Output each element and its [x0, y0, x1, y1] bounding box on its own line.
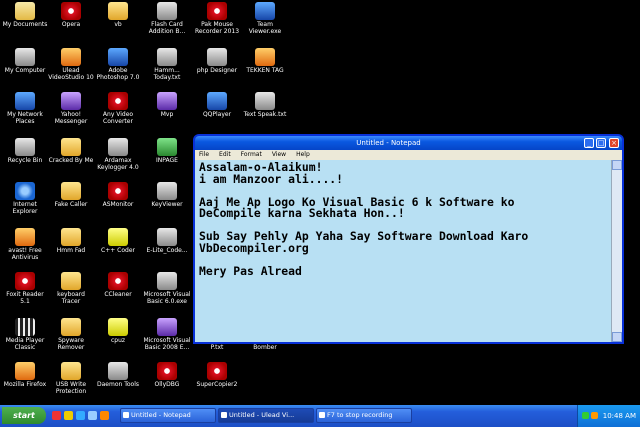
- desktop-icon[interactable]: KeyViewer: [138, 182, 196, 226]
- menu-view[interactable]: View: [272, 150, 286, 160]
- desktop-icon-label: Team Viewer.exe: [248, 21, 282, 35]
- minimize-button[interactable]: _: [584, 138, 594, 148]
- desktop-app-icon: [157, 92, 177, 110]
- desktop-app-icon: [61, 228, 81, 246]
- notepad-text-area[interactable]: Assalam-o-Alaikum! i am Manzoor ali....!…: [195, 160, 622, 342]
- desktop-app-icon: [61, 48, 81, 66]
- taskbar-button-notepad[interactable]: Untitled - Notepad: [120, 408, 216, 423]
- desktop-app-icon: [15, 48, 35, 66]
- desktop-app-icon: [255, 48, 275, 66]
- desktop-app-icon: [108, 318, 128, 336]
- desktop-app-icon: [61, 92, 81, 110]
- desktop-app-icon: [61, 272, 81, 290]
- maximize-button[interactable]: □: [596, 138, 606, 148]
- desktop-icon[interactable]: TEKKEN TAG: [236, 48, 294, 92]
- desktop-icon[interactable]: E-Lite_Code...: [138, 228, 196, 272]
- desktop-icon[interactable]: Team Viewer.exe: [236, 2, 294, 46]
- desktop-app-icon: [157, 138, 177, 156]
- desktop-app-icon: [108, 2, 128, 20]
- quicklaunch-folder-icon[interactable]: [64, 411, 73, 420]
- notepad-text[interactable]: Assalam-o-Alaikum! i am Manzoor ali....!…: [199, 162, 608, 338]
- clock: 10:48 AM: [602, 412, 636, 420]
- quicklaunch-desktop-icon[interactable]: [88, 411, 97, 420]
- record-icon: [319, 412, 325, 418]
- desktop-app-icon: [255, 92, 275, 110]
- desktop-app-icon: [15, 182, 35, 200]
- desktop-icon-label: INPAGE: [156, 157, 178, 164]
- desktop-icon[interactable]: Microsoft Visual Basic 6.0.exe: [138, 272, 196, 316]
- desktop-app-icon: [108, 138, 128, 156]
- desktop-app-icon: [157, 362, 177, 380]
- taskbar-button-recording[interactable]: F7 to stop recording: [316, 408, 412, 423]
- menu-format[interactable]: Format: [241, 150, 262, 160]
- desktop-app-icon: [157, 182, 177, 200]
- desktop-app-icon: [207, 2, 227, 20]
- desktop-app-icon: [157, 272, 177, 290]
- taskbar-button-label: F7 to stop recording: [327, 411, 393, 419]
- taskbar-button-label: Untitled - Notepad: [131, 411, 191, 419]
- start-button[interactable]: start: [2, 407, 46, 424]
- desktop-app-icon: [157, 228, 177, 246]
- quicklaunch-ie-icon[interactable]: [76, 411, 85, 420]
- desktop-app-icon: [108, 48, 128, 66]
- desktop-app-icon: [61, 2, 81, 20]
- desktop-app-icon: [157, 48, 177, 66]
- taskbar-button-ulead[interactable]: Untitled - Ulead Vi...: [218, 408, 314, 423]
- desktop-app-icon: [61, 318, 81, 336]
- desktop-app-icon: [108, 228, 128, 246]
- desktop-app-icon: [207, 362, 227, 380]
- desktop-icon-label: SuperCopier2: [196, 381, 238, 388]
- menu-help[interactable]: Help: [296, 150, 310, 160]
- desktop-app-icon: [15, 272, 35, 290]
- desktop-app-icon: [61, 362, 81, 380]
- desktop-app-icon: [61, 138, 81, 156]
- menu-bar: File Edit Format View Help: [195, 150, 622, 160]
- desktop-app-icon: [157, 2, 177, 20]
- notepad-icon: [123, 412, 129, 418]
- desktop-app-icon: [15, 138, 35, 156]
- window-title: Untitled - Notepad: [356, 139, 421, 147]
- desktop-app-icon: [108, 362, 128, 380]
- desktop-app-icon: [15, 92, 35, 110]
- desktop-app-icon: [108, 272, 128, 290]
- desktop-app-icon: [157, 318, 177, 336]
- system-tray: 10:48 AM: [577, 405, 640, 427]
- taskbar: start Untitled - Notepad Untitled - Ulea…: [0, 405, 640, 427]
- menu-file[interactable]: File: [199, 150, 209, 160]
- desktop-icon-label: Microsoft Visual Basic 6.0.exe: [143, 291, 191, 305]
- desktop-icon[interactable]: INPAGE: [138, 138, 196, 182]
- notepad-window[interactable]: Untitled - Notepad _ □ × File Edit Forma…: [193, 134, 624, 344]
- desktop-icon-label: Text Speak.txt: [243, 111, 287, 118]
- close-button[interactable]: ×: [609, 138, 619, 148]
- desktop-icon-label: E-Lite_Code...: [146, 247, 188, 254]
- tray-antivirus-icon[interactable]: [591, 412, 598, 419]
- desktop-app-icon: [15, 228, 35, 246]
- desktop-app-icon: [108, 92, 128, 110]
- desktop-app-icon: [61, 182, 81, 200]
- scroll-up-arrow[interactable]: [612, 160, 622, 170]
- notepad-title-bar[interactable]: Untitled - Notepad _ □ ×: [195, 136, 622, 150]
- desktop-app-icon: [15, 2, 35, 20]
- desktop-icon[interactable]: SuperCopier2: [188, 362, 246, 406]
- quicklaunch-opera-icon[interactable]: [52, 411, 61, 420]
- vertical-scrollbar[interactable]: [611, 160, 622, 342]
- quicklaunch-firefox-icon[interactable]: [100, 411, 109, 420]
- desktop-icon[interactable]: Text Speak.txt: [236, 92, 294, 136]
- desktop-app-icon: [15, 318, 35, 336]
- desktop-app-icon: [108, 182, 128, 200]
- ulead-icon: [221, 412, 227, 418]
- desktop-app-icon: [15, 362, 35, 380]
- desktop-app-icon: [207, 48, 227, 66]
- desktop-app-icon: [207, 92, 227, 110]
- menu-edit[interactable]: Edit: [219, 150, 231, 160]
- desktop-icon-label: KeyViewer: [151, 201, 183, 208]
- taskbar-button-label: Untitled - Ulead Vi...: [229, 411, 295, 419]
- desktop-icon-label: TEKKEN TAG: [246, 67, 284, 74]
- scroll-down-arrow[interactable]: [612, 332, 622, 342]
- tray-network-icon[interactable]: [582, 412, 589, 419]
- desktop-app-icon: [255, 2, 275, 20]
